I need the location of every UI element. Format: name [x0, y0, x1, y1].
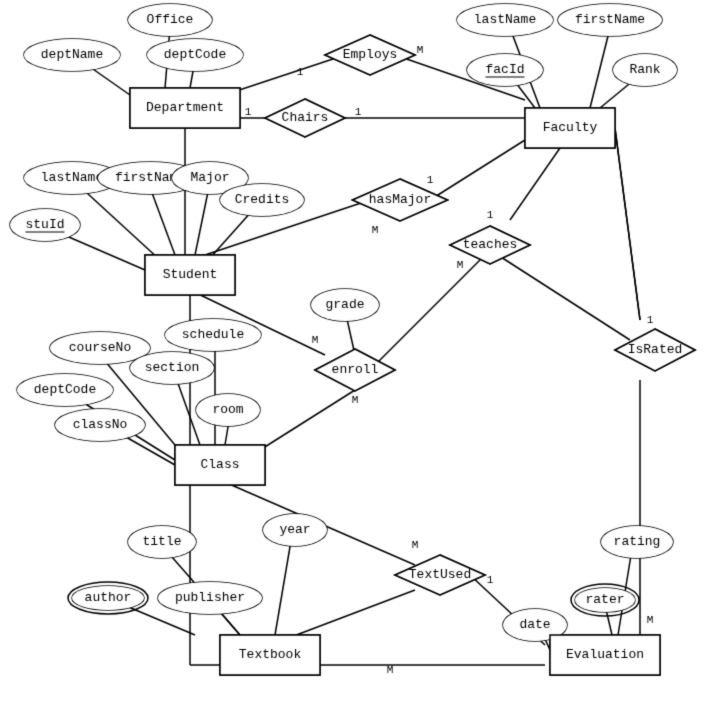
- er-diagram: [0, 0, 728, 701]
